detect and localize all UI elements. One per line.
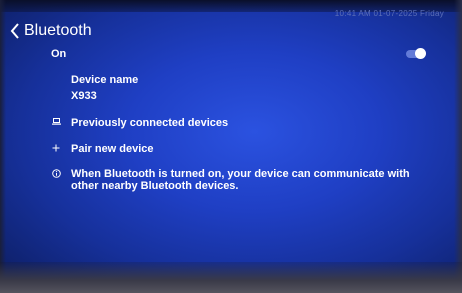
bluetooth-toggle-label: On xyxy=(51,48,67,60)
back-button[interactable]: Bluetooth xyxy=(10,22,92,40)
laptop-icon xyxy=(48,117,64,125)
toggle-knob xyxy=(415,48,426,59)
page-title: Bluetooth xyxy=(24,22,92,39)
previously-connected-devices-item[interactable]: Previously connected devices xyxy=(48,117,228,129)
device-name-label[interactable]: Device name xyxy=(71,74,138,86)
bluetooth-info: When Bluetooth is turned on, your device… xyxy=(48,168,411,192)
bluetooth-toggle[interactable] xyxy=(406,48,426,59)
info-icon xyxy=(48,168,64,192)
device-name-value: X933 xyxy=(71,90,97,102)
chevron-left-icon xyxy=(10,23,19,39)
plus-icon xyxy=(48,143,64,152)
screen-bezel-bottom xyxy=(0,262,462,293)
previously-connected-devices-label: Previously connected devices xyxy=(71,117,229,129)
bluetooth-info-text: When Bluetooth is turned on, your device… xyxy=(71,168,410,192)
pair-new-device-label: Pair new device xyxy=(71,143,154,155)
status-bar-text: 10:41 AM 01-07-2025 Friday xyxy=(334,9,444,18)
screen-bezel-left xyxy=(0,0,6,293)
screen-bezel-right xyxy=(454,0,462,293)
pair-new-device-item[interactable]: Pair new device xyxy=(48,143,154,155)
